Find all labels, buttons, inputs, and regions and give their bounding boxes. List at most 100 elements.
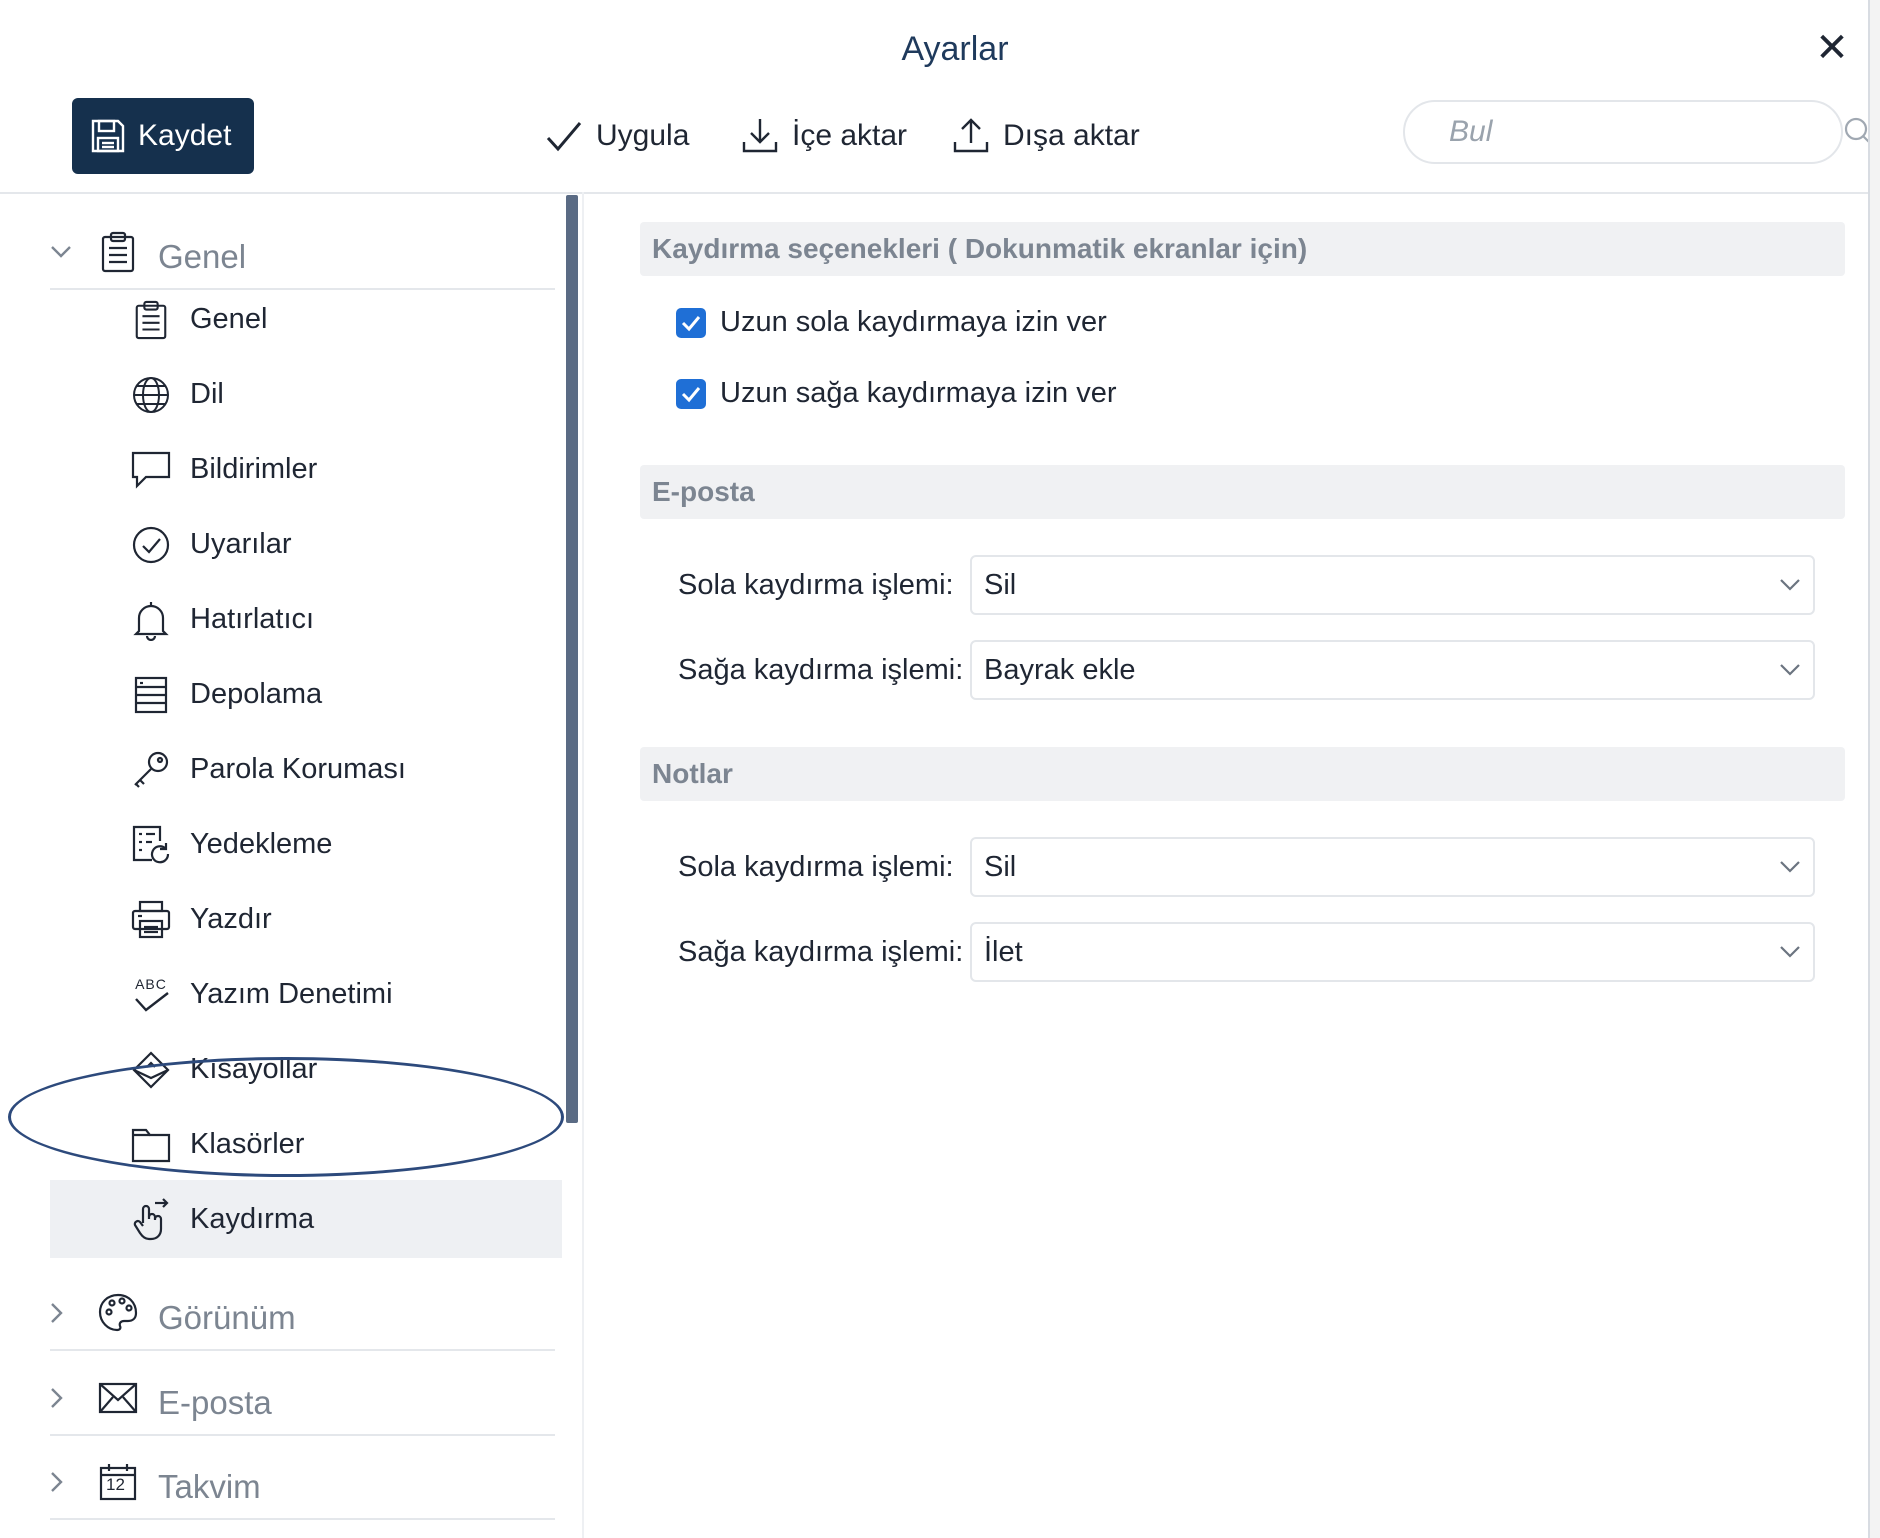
sidebar-group-gorunum[interactable]: Görünüm — [50, 1277, 555, 1351]
calendar-icon-text: 12 — [106, 1475, 125, 1494]
check-circle-icon — [128, 522, 174, 568]
email-left-swipe-label: Sola kaydırma işlemi: — [678, 568, 954, 601]
sidebar-item-genel[interactable]: Genel — [50, 282, 562, 357]
sidebar-group-takvim[interactable]: 12 Takvim — [50, 1446, 555, 1520]
search-input[interactable] — [1447, 114, 1842, 150]
sidebar-item-label: Yazdır — [190, 903, 272, 935]
swipe-hand-icon — [128, 1196, 174, 1242]
sidebar-item-label: Kaydırma — [190, 1202, 315, 1235]
select-value: İlet — [984, 935, 1023, 968]
email-right-swipe-label: Sağa kaydırma işlemi: — [678, 653, 964, 686]
sidebar-item-label: Yazım Denetimi — [190, 978, 393, 1010]
close-icon[interactable]: ✕ — [1815, 26, 1849, 70]
printer-icon — [128, 897, 174, 943]
sidebar-item-label: Bildirimler — [190, 453, 318, 485]
sidebar-group-label: Görünüm — [158, 1299, 296, 1336]
close-button[interactable]: ✕ — [1812, 28, 1852, 68]
checkbox-checked-icon[interactable] — [676, 378, 706, 409]
shortcut-icon — [128, 1047, 174, 1093]
chevron-down-icon[interactable] — [1779, 578, 1801, 592]
select-value: Sil — [984, 568, 1017, 601]
checkmark-icon — [544, 116, 584, 156]
sidebar-item-label: Hatırlatıcı — [190, 603, 315, 635]
calendar-icon: 12 — [94, 1458, 142, 1506]
sidebar-item-depolama[interactable]: Depolama — [50, 657, 562, 732]
clipboard-icon — [128, 297, 174, 343]
palette-icon — [94, 1289, 142, 1337]
sidebar-item-yazdir[interactable]: Yazdır — [50, 882, 562, 957]
chevron-right-icon[interactable] — [50, 1471, 94, 1493]
notes-left-swipe-select[interactable]: Sil — [970, 837, 1815, 897]
email-left-swipe-select[interactable]: Sil — [970, 555, 1815, 615]
save-button-label: Kaydet — [138, 119, 232, 152]
upload-icon — [951, 116, 991, 156]
folder-icon — [128, 1122, 174, 1168]
notes-left-swipe-label: Sola kaydırma işlemi: — [678, 850, 954, 883]
search-box[interactable] — [1403, 100, 1874, 164]
sidebar-item-hatirlatici[interactable]: Hatırlatıcı — [50, 582, 562, 657]
sidebar-group-label: Genel — [158, 238, 247, 275]
checkbox-label: Uzun sağa kaydırmaya izin ver — [720, 377, 1117, 409]
sidebar-item-bildirimler[interactable]: Bildirimler — [50, 432, 562, 507]
sidebar-divider — [582, 192, 584, 1538]
checkbox-label: Uzun sola kaydırmaya izin ver — [720, 306, 1107, 338]
download-icon — [740, 116, 780, 156]
sidebar-group-genel[interactable]: Genel — [50, 216, 555, 290]
sidebar-item-klasorler[interactable]: Klasörler — [50, 1107, 562, 1182]
chevron-down-icon[interactable] — [1779, 945, 1801, 959]
spellcheck-icon-text: ABC — [135, 975, 167, 992]
email-left-swipe-row: Sola kaydırma işlemi: Sil — [678, 555, 1850, 615]
select-value: Sil — [984, 850, 1017, 883]
section-header-email: E-posta — [640, 465, 1845, 519]
notes-left-swipe-row: Sola kaydırma işlemi: Sil — [678, 837, 1850, 897]
bell-icon — [128, 597, 174, 643]
sidebar-item-uyarilar[interactable]: Uyarılar — [50, 507, 562, 582]
sidebar-item-parola-korumasi[interactable]: Parola Koruması — [50, 732, 562, 807]
sidebar-item-label: Klasörler — [190, 1128, 305, 1160]
checkbox-long-right-swipe[interactable]: Uzun sağa kaydırmaya izin ver — [676, 377, 1117, 410]
globe-icon — [128, 372, 174, 418]
backup-icon — [128, 822, 174, 868]
chevron-down-icon[interactable] — [1779, 860, 1801, 874]
checkbox-checked-icon[interactable] — [676, 307, 706, 338]
sidebar-group-label: E-posta — [158, 1384, 272, 1421]
sidebar-item-yazim-denetimi[interactable]: ABC Yazım Denetimi — [50, 957, 562, 1032]
notes-right-swipe-row: Sağa kaydırma işlemi: İlet — [678, 922, 1850, 982]
sidebar-item-label: Parola Koruması — [190, 753, 406, 785]
chevron-right-icon[interactable] — [50, 1387, 94, 1409]
sidebar-scrollbar[interactable] — [566, 195, 578, 1123]
email-right-swipe-row: Sağa kaydırma işlemi: Bayrak ekle — [678, 640, 1850, 700]
sidebar-item-label: Uyarılar — [190, 528, 292, 560]
chevron-down-icon[interactable] — [1779, 663, 1801, 677]
speech-bubble-icon — [128, 447, 174, 493]
export-button-label: Dışa aktar — [1003, 119, 1140, 152]
sidebar-item-kaydirma[interactable]: Kaydırma — [50, 1180, 562, 1258]
chevron-down-icon[interactable] — [50, 245, 94, 259]
apply-button-label: Uygula — [596, 119, 690, 152]
clipboard-icon — [94, 228, 142, 276]
envelope-icon — [94, 1374, 142, 1422]
sidebar-group-e-posta[interactable]: E-posta — [50, 1362, 555, 1436]
spellcheck-icon: ABC — [128, 972, 174, 1018]
chevron-right-icon[interactable] — [50, 1302, 94, 1324]
settings-dialog: Ayarlar ✕ Kaydet Uygula İçe aktar Dışa a… — [0, 0, 1874, 1538]
section-header-notes: Notlar — [640, 747, 1845, 801]
email-right-swipe-select[interactable]: Bayrak ekle — [970, 640, 1815, 700]
save-button[interactable]: Kaydet — [72, 98, 254, 174]
sidebar-item-label: Depolama — [190, 678, 323, 710]
apply-button[interactable]: Uygula — [544, 116, 689, 156]
floppy-disk-icon — [88, 116, 128, 156]
import-button[interactable]: İçe aktar — [740, 116, 907, 156]
key-icon — [128, 747, 174, 793]
sidebar-item-kisayollar[interactable]: Kısayollar — [50, 1032, 562, 1107]
storage-icon — [128, 672, 174, 718]
sidebar-item-yedekleme[interactable]: Yedekleme — [50, 807, 562, 882]
toolbar: Kaydet Uygula İçe aktar Dışa aktar — [0, 96, 1874, 194]
sidebar-group-label: Takvim — [158, 1468, 261, 1505]
checkbox-long-left-swipe[interactable]: Uzun sola kaydırmaya izin ver — [676, 306, 1107, 339]
notes-right-swipe-label: Sağa kaydırma işlemi: — [678, 935, 964, 968]
export-button[interactable]: Dışa aktar — [951, 116, 1140, 156]
sidebar-item-dil[interactable]: Dil — [50, 357, 562, 432]
sidebar-item-label: Dil — [190, 378, 224, 410]
notes-right-swipe-select[interactable]: İlet — [970, 922, 1815, 982]
